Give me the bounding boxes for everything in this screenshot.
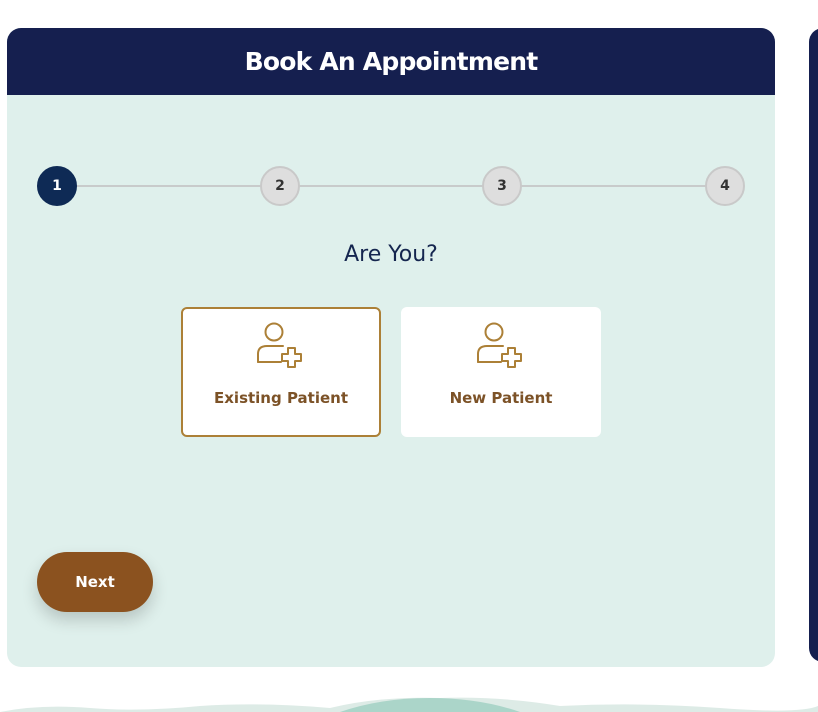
- next-button[interactable]: Next: [37, 552, 153, 612]
- progress-stepper: 1 2 3 4: [37, 166, 745, 206]
- user-plus-icon: [257, 322, 302, 368]
- decorative-brush-stroke: [0, 697, 818, 712]
- step-1: 1: [37, 166, 77, 206]
- new-patient-label: New Patient: [449, 389, 553, 407]
- side-panel: [809, 28, 818, 662]
- existing-patient-label: Existing Patient: [214, 389, 348, 407]
- step-4: 4: [705, 166, 745, 206]
- user-plus-icon: [477, 322, 522, 368]
- stepper-line: [57, 185, 725, 187]
- step-3: 3: [482, 166, 522, 206]
- booking-card: Book An Appointment 1 2 3 4 Are You? Exi…: [7, 28, 775, 667]
- booking-title: Book An Appointment: [244, 47, 539, 76]
- existing-patient-option[interactable]: Existing Patient: [181, 307, 381, 437]
- step-2: 2: [260, 166, 300, 206]
- booking-header: Book An Appointment: [7, 28, 775, 95]
- question-heading: Are You?: [344, 242, 438, 267]
- new-patient-option[interactable]: New Patient: [401, 307, 601, 437]
